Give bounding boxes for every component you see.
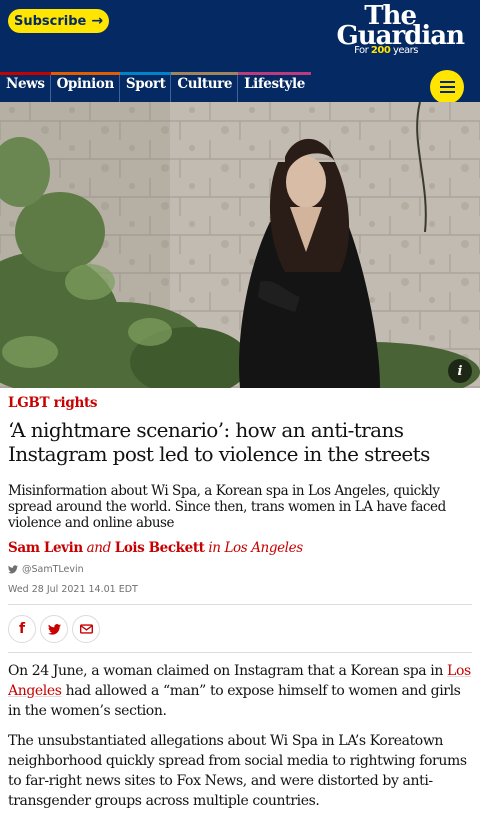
article-body: On 24 June, a woman claimed on Instagram…	[8, 661, 472, 811]
body-paragraph: The unsubstantiated allegations about Wi…	[8, 733, 467, 809]
nav-item-culture[interactable]: Culture	[171, 72, 239, 102]
menu-button[interactable]	[430, 70, 464, 104]
hamburger-icon-line	[439, 86, 455, 88]
twitter-handle: @SamTLevin	[22, 564, 84, 575]
primary-nav: News Opinion Sport Culture Lifestyle	[0, 70, 480, 104]
nav-pillars: News Opinion Sport Culture Lifestyle	[0, 72, 311, 102]
nav-item-news[interactable]: News	[0, 72, 51, 102]
twitter-bird-icon	[8, 565, 18, 574]
share-buttons: f	[8, 615, 472, 643]
twitter-icon	[47, 623, 61, 635]
hamburger-icon-line	[439, 81, 455, 83]
section-kicker[interactable]: LGBT rights	[8, 395, 472, 411]
guardian-logo[interactable]: The Guardian For 200 years	[324, 2, 465, 62]
standfirst: Misinformation about Wi Spa, a Korean sp…	[8, 483, 446, 531]
share-email-button[interactable]	[72, 615, 100, 643]
divider	[8, 652, 472, 653]
twitter-handle-link[interactable]: @SamTLevin	[8, 564, 472, 575]
nav-item-sport[interactable]: Sport	[119, 72, 172, 102]
nav-item-opinion[interactable]: Opinion	[50, 72, 120, 102]
arrow-right-icon: →	[91, 13, 104, 29]
byline: Sam Levin and Lois Beckett in Los Angele…	[8, 540, 472, 556]
divider	[8, 604, 472, 605]
hero-image: i	[0, 102, 480, 388]
body-paragraph: On 24 June, a woman claimed on Instagram…	[8, 663, 471, 719]
masthead: Subscribe → The Guardian For 200 years	[0, 0, 480, 72]
subscribe-button[interactable]: Subscribe →	[8, 9, 109, 33]
share-facebook-button[interactable]: f	[8, 615, 36, 643]
article: LGBT rights ‘A nightmare scenario’: how …	[0, 395, 480, 811]
nav-color-bar	[50, 72, 120, 75]
nav-color-bar	[238, 72, 311, 75]
email-icon	[79, 624, 93, 634]
author-link-lois-beckett[interactable]: Lois Beckett	[115, 540, 205, 556]
nav-color-bar	[171, 72, 239, 75]
headline: ‘A nightmare scenario’: how an anti-tran…	[8, 418, 430, 466]
image-info-button[interactable]: i	[448, 359, 472, 383]
nav-color-bar	[119, 72, 172, 75]
subscribe-label: Subscribe	[13, 13, 87, 29]
facebook-icon: f	[18, 621, 26, 637]
publication-date: Wed 28 Jul 2021 14.01 EDT	[8, 584, 138, 595]
logo-tagline: For 200 years	[354, 45, 418, 56]
byline-and: and	[82, 540, 115, 556]
author-link-sam-levin[interactable]: Sam Levin	[8, 540, 83, 556]
nav-item-lifestyle[interactable]: Lifestyle	[238, 72, 311, 102]
byline-location: in Los Angeles	[204, 540, 303, 556]
nav-color-bar	[0, 72, 51, 75]
share-twitter-button[interactable]	[40, 615, 68, 643]
hamburger-icon-line	[439, 91, 455, 93]
photo-woman-by-wall	[0, 102, 480, 388]
